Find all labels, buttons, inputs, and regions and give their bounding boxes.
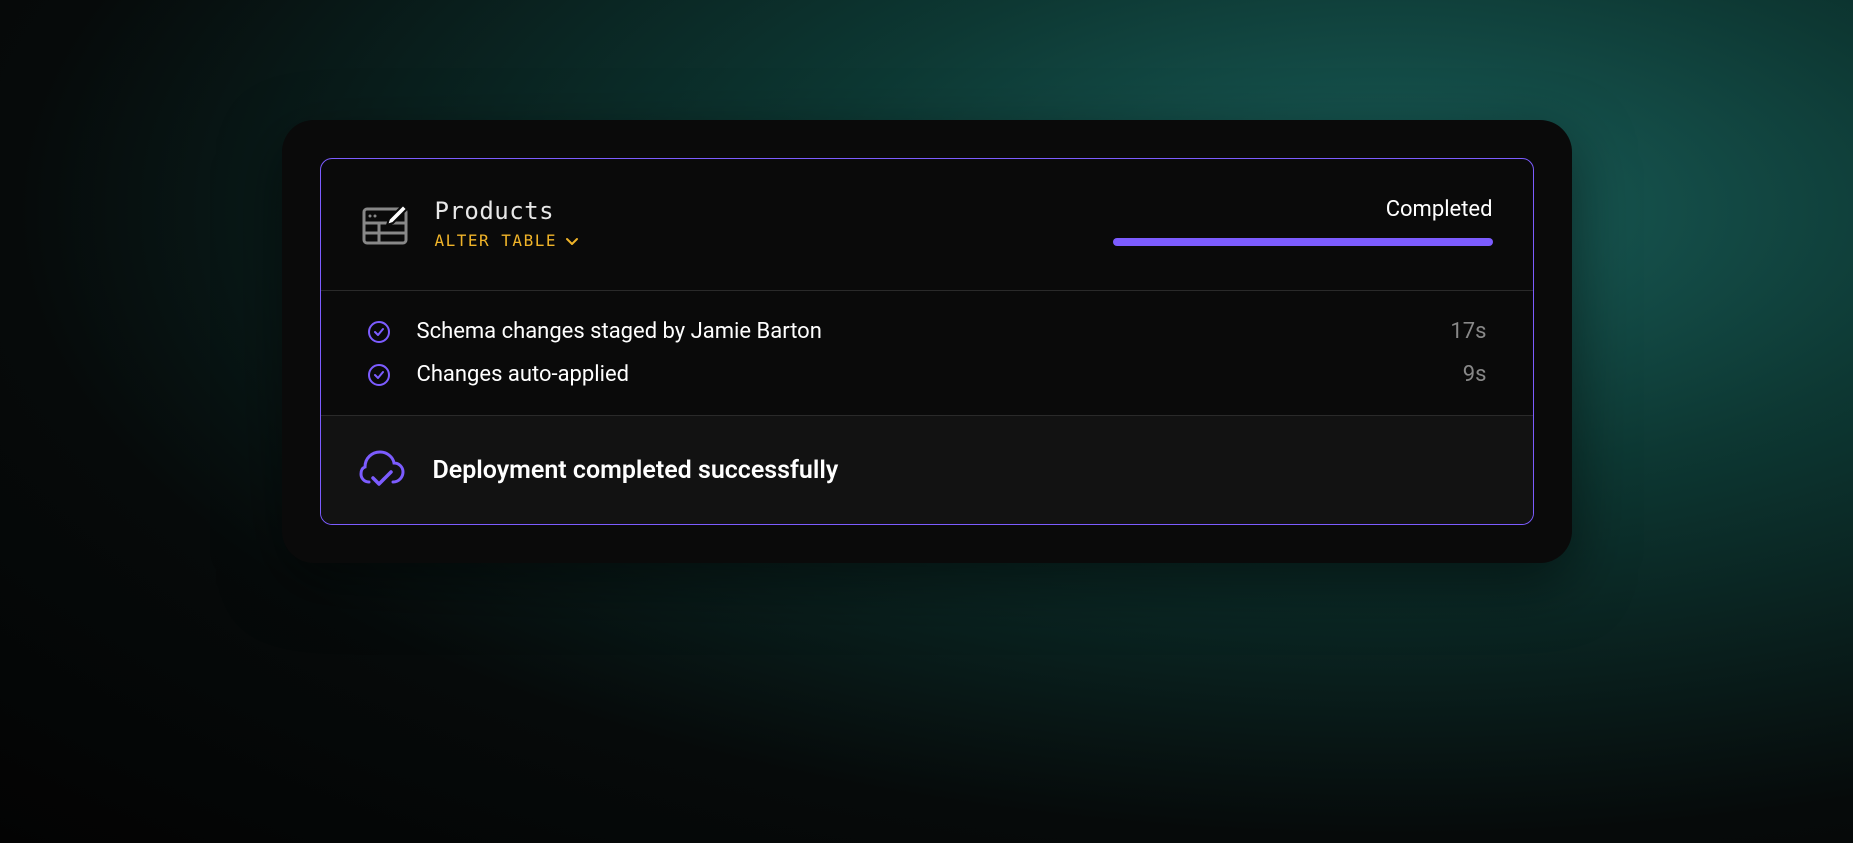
steps-list: Schema changes staged by Jamie Barton 17… — [321, 291, 1533, 416]
status-label: Completed — [1386, 197, 1493, 222]
progress-bar — [1113, 238, 1493, 246]
deployment-card: Products ALTER TABLE Completed — [320, 158, 1534, 525]
cloud-check-icon — [359, 450, 405, 490]
table-title: Products — [435, 197, 579, 225]
deployment-panel: Products ALTER TABLE Completed — [282, 120, 1572, 563]
step-time: 9s — [1463, 362, 1487, 387]
header-right: Completed — [1113, 197, 1493, 246]
operation-dropdown[interactable]: ALTER TABLE — [435, 231, 579, 250]
check-circle-icon — [367, 320, 391, 344]
check-circle-icon — [367, 363, 391, 387]
table-edit-icon — [361, 201, 409, 249]
deployment-footer: Deployment completed successfully — [321, 416, 1533, 524]
step-label: Changes auto-applied — [417, 362, 1437, 387]
title-group: Products ALTER TABLE — [435, 197, 579, 250]
chevron-down-icon — [565, 234, 579, 248]
step-time: 17s — [1450, 319, 1486, 344]
step-row: Schema changes staged by Jamie Barton 17… — [367, 319, 1487, 344]
step-row: Changes auto-applied 9s — [367, 362, 1487, 387]
header-left: Products ALTER TABLE — [361, 197, 579, 250]
deployment-header: Products ALTER TABLE Completed — [321, 159, 1533, 291]
deployment-message: Deployment completed successfully — [433, 456, 839, 485]
step-label: Schema changes staged by Jamie Barton — [417, 319, 1425, 344]
operation-label: ALTER TABLE — [435, 231, 557, 250]
